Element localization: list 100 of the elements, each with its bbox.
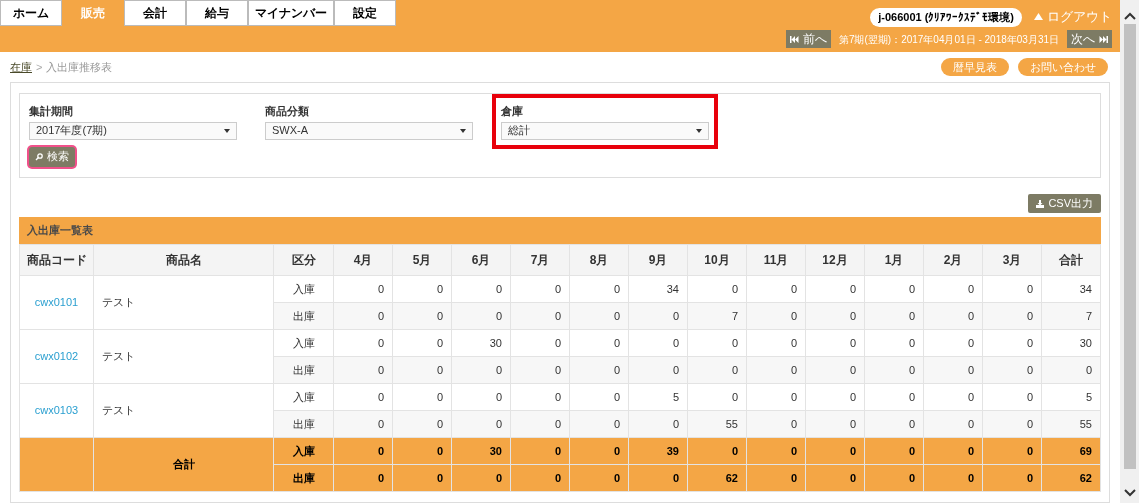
table-cell: 0 [510, 302, 570, 330]
table-cell: 0 [628, 302, 688, 330]
table-cell: 0 [569, 275, 629, 303]
column-header: 商品名 [93, 244, 274, 276]
search-icon [35, 152, 43, 161]
nav-tab[interactable]: 設定 [334, 0, 396, 26]
table-cell: 0 [392, 302, 452, 330]
table-cell: 0 [451, 275, 511, 303]
breadcrumb-link[interactable]: 在庫 [10, 58, 32, 76]
nav-tab[interactable]: 会計 [124, 0, 186, 26]
type-cell: 出庫 [273, 302, 334, 330]
scrollbar[interactable] [1120, 0, 1139, 503]
table-cell: 0 [569, 302, 629, 330]
type-cell: 入庫 [273, 275, 334, 303]
table-cell: 0 [864, 356, 924, 384]
table-cell: 0 [982, 275, 1042, 303]
download-icon [1036, 199, 1045, 208]
table-cell: 0 [333, 383, 393, 411]
table-cell: 0 [628, 410, 688, 438]
table-cell: 7 [687, 302, 747, 330]
type-cell: 出庫 [273, 410, 334, 438]
table-cell: 0 [687, 383, 747, 411]
table-cell: 0 [923, 275, 983, 303]
table-cell: 0 [569, 437, 629, 465]
table-cell: 0 [746, 329, 806, 357]
fiscal-period: 第7期(翌期)：2017年04月01日 - 2018年03月31日 [838, 32, 1059, 47]
next-button[interactable]: 次へ [1067, 30, 1112, 48]
table-cell: 0 [864, 275, 924, 303]
search-button[interactable]: 検索 [29, 146, 75, 167]
csv-export-button[interactable]: CSV出力 [1028, 194, 1101, 213]
scroll-down-icon[interactable] [1123, 489, 1136, 497]
nav-tab[interactable]: ホーム [0, 0, 62, 26]
table-cell: 0 [392, 383, 452, 411]
table-cell: 0 [510, 329, 570, 357]
column-header: 10月 [687, 244, 747, 276]
nav-tab[interactable]: 給与 [186, 0, 248, 26]
filter-select[interactable]: SWX-A [265, 121, 473, 140]
table-cell: 0 [510, 437, 570, 465]
table-cell: 0 [746, 437, 806, 465]
filter-select[interactable]: 総計 [501, 121, 709, 140]
table-cell: 0 [451, 302, 511, 330]
table-cell: 0 [687, 329, 747, 357]
table-cell: 0 [982, 464, 1042, 492]
nav-tab[interactable]: マイナンバー [248, 0, 334, 26]
table-cell: 0 [805, 329, 865, 357]
table-cell: 0 [864, 464, 924, 492]
table-cell: 0 [687, 275, 747, 303]
table-cell: 0 [451, 356, 511, 384]
product-code-link[interactable]: cwx0103 [19, 383, 94, 438]
table-cell: 0 [805, 302, 865, 330]
caret-icon [460, 128, 466, 133]
table-cell: 0 [628, 464, 688, 492]
caret-icon [224, 128, 230, 133]
table-cell: 0 [923, 302, 983, 330]
filter-label: 商品分類 [265, 104, 310, 119]
table-cell: 5 [1041, 383, 1101, 411]
type-cell: 入庫 [273, 437, 334, 465]
filter-label: 倉庫 [501, 104, 524, 119]
table-cell: 30 [451, 329, 511, 357]
table-cell: 0 [982, 410, 1042, 438]
table-cell: 0 [569, 356, 629, 384]
table-cell: 0 [805, 410, 865, 438]
column-header: 2月 [923, 244, 983, 276]
table-cell: 0 [510, 410, 570, 438]
table-cell: 0 [392, 329, 452, 357]
filter-select[interactable]: 2017年度(7期) [29, 121, 237, 140]
table-cell: 0 [333, 302, 393, 330]
table-cell: 0 [392, 410, 452, 438]
column-header: 11月 [746, 244, 806, 276]
table-cell: 0 [333, 356, 393, 384]
column-header: 8月 [569, 244, 629, 276]
previous-button[interactable]: 前へ [785, 30, 831, 48]
table-cell: 0 [333, 437, 393, 465]
scroll-up-icon[interactable] [1123, 12, 1136, 20]
type-cell: 出庫 [273, 356, 334, 384]
account-badge: j-066001 (ｸﾘｱﾜｰｸｽﾃﾞﾓ環境) [870, 8, 1022, 27]
table-cell: 0 [687, 437, 747, 465]
table-cell: 0 [864, 383, 924, 411]
table-cell: 0 [392, 356, 452, 384]
product-name: テスト [93, 275, 274, 330]
table-cell: 7 [1041, 302, 1101, 330]
eject-icon [1034, 13, 1043, 21]
table-cell: 0 [746, 383, 806, 411]
table-cell: 0 [510, 383, 570, 411]
table-cell: 0 [451, 410, 511, 438]
table-cell: 0 [333, 410, 393, 438]
table-cell: 0 [333, 275, 393, 303]
table-cell: 0 [392, 437, 452, 465]
table-cell: 34 [628, 275, 688, 303]
product-code-link[interactable]: cwx0101 [19, 275, 94, 330]
table-cell: 0 [1041, 356, 1101, 384]
table-cell: 34 [1041, 275, 1101, 303]
table-cell: 0 [746, 410, 806, 438]
product-code-link[interactable]: cwx0102 [19, 329, 94, 384]
column-header: 12月 [805, 244, 865, 276]
table-cell: 0 [628, 356, 688, 384]
table-cell: 0 [569, 383, 629, 411]
table-cell: 0 [982, 437, 1042, 465]
table-cell: 62 [1041, 464, 1101, 492]
table-cell: 0 [923, 464, 983, 492]
